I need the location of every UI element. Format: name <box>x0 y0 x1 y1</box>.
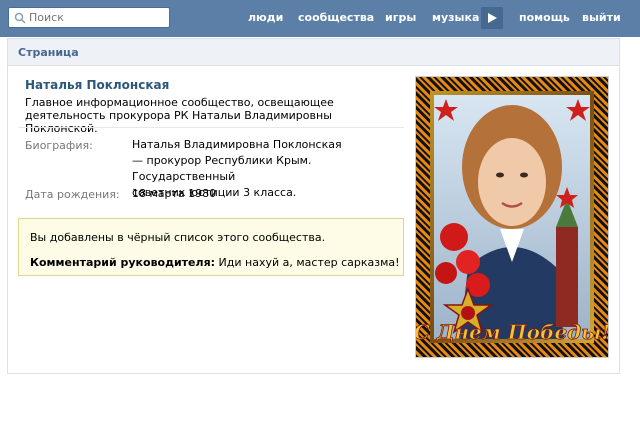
photo-caption: С Днем Победы! <box>416 320 608 344</box>
nav-link-help[interactable]: помощь <box>519 11 570 24</box>
admin-comment-label: Комментарий руководителя: <box>30 256 216 269</box>
page-description: Главное информационное сообщество, освещ… <box>25 96 334 135</box>
birthdate-value: 18 марта 1980 <box>132 187 217 200</box>
card-header: Страница <box>8 39 619 66</box>
blacklist-notice-text: Вы добавлены в чёрный список этого сообщ… <box>30 231 326 244</box>
divider <box>19 127 404 128</box>
search-box[interactable] <box>8 7 170 28</box>
card-header-title: Страница <box>18 46 79 59</box>
victory-day-picture: С Днем Победы! <box>416 77 608 357</box>
blacklist-notice: Вы добавлены в чёрный список этого сообщ… <box>18 218 404 276</box>
biography-line: — прокурор Республики Крым. Государствен… <box>132 154 312 183</box>
top-navigation-bar: люди сообщества игры музыка помощь выйти <box>0 0 640 37</box>
nav-link-people[interactable]: люди <box>248 11 283 24</box>
search-input[interactable] <box>29 8 165 27</box>
page-card: Страница Наталья Поклонская Главное инфо… <box>7 38 620 374</box>
nav-link-games[interactable]: игры <box>385 11 416 24</box>
nav-link-music[interactable]: музыка <box>432 11 479 24</box>
play-icon <box>488 13 497 23</box>
admin-comment-text: Иди нахуй а, мастер сарказма! <box>218 256 400 269</box>
page-title: Наталья Поклонская <box>25 78 170 92</box>
admin-comment: Комментарий руководителя: Иди нахуй а, м… <box>30 256 400 269</box>
biography-label: Биография: <box>25 139 93 152</box>
community-photo[interactable]: С Днем Победы! <box>415 76 609 358</box>
biography-line: Наталья Владимировна Поклонская <box>132 138 342 151</box>
nav-link-communities[interactable]: сообщества <box>298 11 374 24</box>
nav-link-logout[interactable]: выйти <box>582 11 621 24</box>
audio-play-button[interactable] <box>481 7 503 29</box>
search-icon <box>14 12 26 24</box>
birthdate-label: Дата рождения: <box>25 188 120 201</box>
